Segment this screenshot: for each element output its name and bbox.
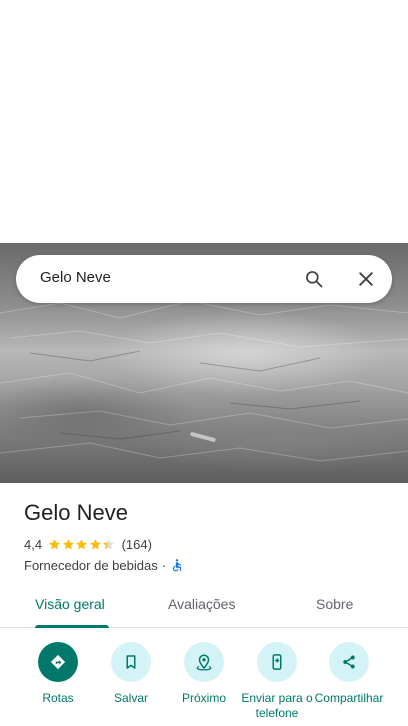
star-icon [62, 538, 74, 549]
wheelchair-accessible-icon [172, 559, 182, 572]
tab-bar: Visão geral Avaliações Sobre [0, 582, 408, 628]
star-icon [76, 538, 87, 549]
send-to-phone-label: Enviar para o telefone [241, 691, 313, 720]
star-icon [89, 538, 101, 549]
star-icon [103, 538, 114, 549]
place-title: Gelo Neve [24, 500, 128, 525]
nearby-icon[interactable] [184, 642, 224, 682]
send-to-phone-icon[interactable] [257, 642, 297, 682]
directions-button[interactable]: Rotas [22, 642, 94, 706]
bookmark-icon[interactable] [111, 642, 151, 682]
rating-value: 4,4 [24, 536, 43, 552]
send-to-phone-button[interactable]: Enviar para o telefone [241, 642, 313, 721]
save-button[interactable]: Salvar [95, 642, 167, 706]
category-row: Fornecedor de bebidas · [24, 557, 184, 573]
tab-reviews[interactable]: Avaliações [168, 596, 235, 612]
share-icon[interactable] [329, 642, 369, 682]
nearby-button[interactable]: Próximo [168, 642, 240, 706]
active-tab-indicator [35, 625, 109, 628]
directions-label: Rotas [42, 691, 74, 705]
action-bar: Rotas Salvar Próximo Enviar para o telef… [0, 636, 408, 726]
place-category: Fornecedor de bebidas [24, 557, 158, 573]
separator: · [161, 557, 167, 573]
search-bar[interactable]: Gelo Neve [16, 255, 392, 303]
directions-icon[interactable] [38, 642, 78, 682]
rating-row[interactable]: 4,4 (164) [24, 536, 152, 552]
map-area [0, 0, 408, 243]
rating-stars [48, 538, 116, 551]
review-count: (164) [121, 536, 152, 552]
star-icon [49, 538, 60, 549]
close-icon[interactable] [356, 269, 376, 289]
share-label: Compartilhar [314, 691, 384, 705]
search-icon[interactable] [304, 269, 324, 289]
share-button[interactable]: Compartilhar [313, 642, 385, 706]
tab-overview[interactable]: Visão geral [35, 596, 105, 612]
nearby-label: Próximo [181, 691, 226, 705]
search-input[interactable]: Gelo Neve [40, 269, 111, 286]
save-label: Salvar [113, 691, 148, 705]
tab-about[interactable]: Sobre [316, 596, 353, 612]
